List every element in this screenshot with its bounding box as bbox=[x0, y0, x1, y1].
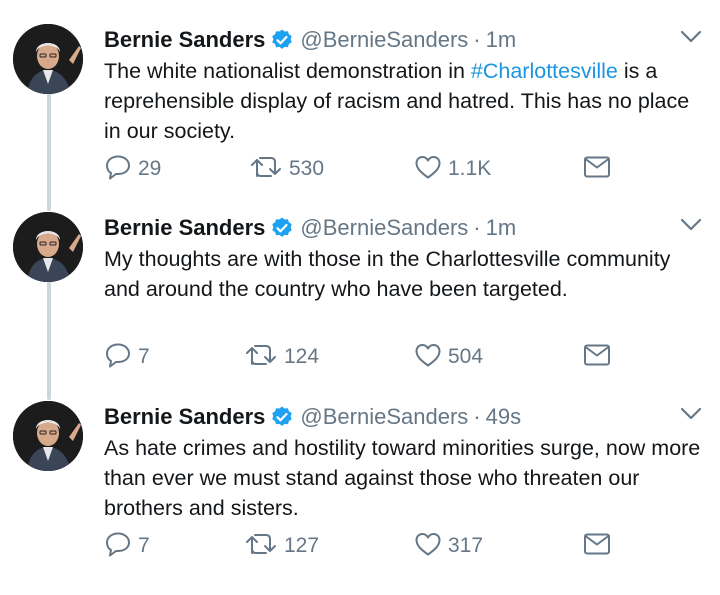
reply-button[interactable]: 7 bbox=[104, 342, 150, 372]
retweet-icon bbox=[246, 534, 276, 554]
like-count: 504 bbox=[448, 345, 484, 368]
timestamp[interactable]: 49s bbox=[486, 404, 521, 429]
reply-icon bbox=[106, 343, 130, 368]
tweet[interactable]: Bernie Sanders @BernieSanders · 1m My thoug… bbox=[0, 212, 720, 402]
author-name[interactable]: Bernie Sanders bbox=[104, 215, 265, 240]
reply-count: 29 bbox=[138, 157, 162, 180]
timestamp[interactable]: 1m bbox=[486, 215, 517, 240]
like-icon bbox=[415, 533, 441, 556]
like-count: 317 bbox=[448, 534, 484, 557]
chevron-down-icon[interactable] bbox=[680, 407, 702, 421]
like-button[interactable]: 317 bbox=[414, 531, 483, 561]
direct-message-button[interactable] bbox=[582, 531, 612, 561]
avatar[interactable] bbox=[13, 212, 83, 282]
avatar[interactable] bbox=[13, 24, 83, 94]
verified-badge-icon bbox=[272, 29, 293, 49]
reply-button[interactable]: 29 bbox=[104, 154, 161, 184]
retweet-icon bbox=[251, 157, 281, 177]
tweet-actions: 7 127 317 bbox=[104, 531, 624, 561]
like-icon bbox=[415, 156, 441, 179]
author-name[interactable]: Bernie Sanders bbox=[104, 404, 265, 429]
avatar[interactable] bbox=[13, 401, 83, 471]
direct-message-button[interactable] bbox=[582, 342, 612, 372]
tweet-header: Bernie Sanders @BernieSanders · 49s bbox=[104, 401, 521, 433]
tweet-header: Bernie Sanders @BernieSanders · 1m bbox=[104, 24, 516, 56]
reply-icon bbox=[106, 532, 130, 557]
separator: · bbox=[473, 404, 481, 429]
timestamp[interactable]: 1m bbox=[486, 27, 517, 52]
like-button[interactable]: 1.1K bbox=[414, 154, 491, 184]
reply-count: 7 bbox=[138, 534, 150, 557]
author-handle[interactable]: @BernieSanders bbox=[300, 404, 468, 429]
verified-badge-icon bbox=[272, 406, 293, 426]
tweet[interactable]: Bernie Sanders @BernieSanders · 1m The whit… bbox=[0, 24, 720, 214]
reply-button[interactable]: 7 bbox=[104, 531, 150, 561]
like-icon bbox=[415, 344, 441, 367]
direct-message-icon bbox=[584, 156, 610, 178]
author-name[interactable]: Bernie Sanders bbox=[104, 27, 265, 52]
tweet[interactable]: Bernie Sanders @BernieSanders · 49s As hate… bbox=[0, 401, 720, 591]
separator: · bbox=[473, 27, 481, 52]
like-button[interactable]: 504 bbox=[414, 342, 483, 372]
tweet-text: The white nationalist demonstration in #… bbox=[104, 59, 690, 143]
retweet-button[interactable]: 124 bbox=[244, 342, 319, 372]
retweet-button[interactable]: 127 bbox=[244, 531, 319, 561]
reply-icon bbox=[106, 155, 130, 180]
author-handle[interactable]: @BernieSanders bbox=[300, 27, 468, 52]
retweet-count: 124 bbox=[284, 345, 320, 368]
verified-badge-icon bbox=[272, 217, 293, 237]
tweet-actions: 7 124 504 bbox=[104, 342, 624, 372]
like-count: 1.1K bbox=[448, 157, 492, 180]
retweet-count: 127 bbox=[284, 534, 320, 557]
hashtag-link[interactable]: #Charlottesville bbox=[471, 59, 618, 83]
tweet-text: My thoughts are with those in the Charlo… bbox=[104, 247, 671, 301]
tweet-actions: 29 530 1.1K bbox=[104, 154, 624, 184]
tweet-text: As hate crimes and hostility toward mino… bbox=[104, 436, 701, 520]
direct-message-icon bbox=[584, 533, 610, 555]
author-handle[interactable]: @BernieSanders bbox=[300, 215, 468, 240]
tweet-header: Bernie Sanders @BernieSanders · 1m bbox=[104, 212, 516, 244]
chevron-down-icon[interactable] bbox=[680, 30, 702, 44]
direct-message-icon bbox=[584, 344, 610, 366]
retweet-button[interactable]: 530 bbox=[249, 154, 324, 184]
reply-count: 7 bbox=[138, 345, 150, 368]
direct-message-button[interactable] bbox=[582, 154, 612, 184]
retweet-count: 530 bbox=[289, 157, 325, 180]
separator: · bbox=[473, 215, 481, 240]
retweet-icon bbox=[246, 345, 276, 365]
chevron-down-icon[interactable] bbox=[680, 218, 702, 232]
